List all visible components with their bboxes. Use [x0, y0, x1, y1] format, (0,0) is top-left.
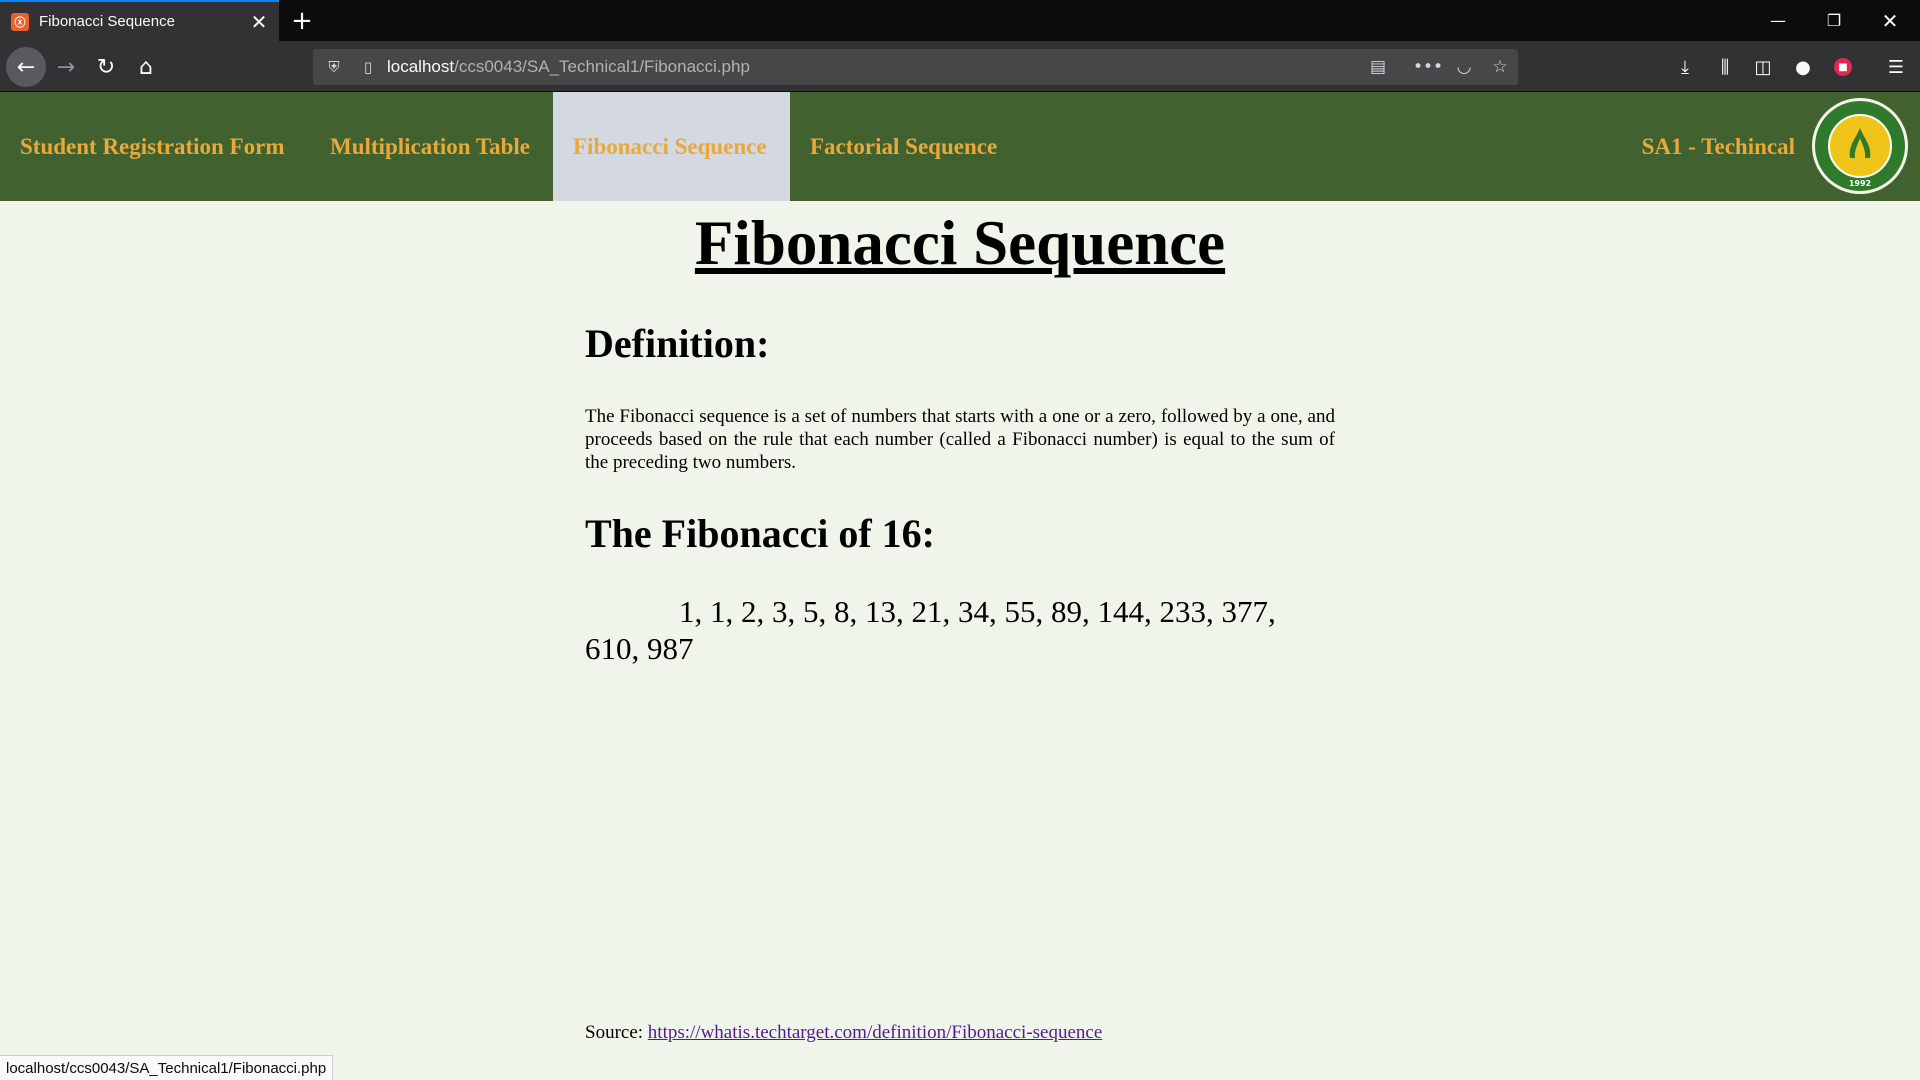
back-icon[interactable]: ← — [6, 47, 46, 87]
forward-icon[interactable]: → — [48, 49, 84, 85]
pocket-icon[interactable]: ◡ — [1446, 57, 1482, 77]
reload-icon[interactable]: ↻ — [88, 49, 124, 85]
brand-title: SA1 - Techincal — [1641, 133, 1795, 159]
close-tab-icon[interactable]: ✕ — [247, 10, 271, 34]
shield-icon[interactable]: ⛨ — [321, 58, 347, 76]
site-nav: Student Registration Form Multiplication… — [0, 92, 1920, 201]
sequence-heading: The Fibonacci of 16: — [585, 511, 935, 556]
definition-text: The Fibonacci sequence is a set of numbe… — [585, 406, 1335, 473]
account-icon[interactable]: ● — [1785, 49, 1821, 85]
sidebar-icon[interactable]: ◫ — [1745, 49, 1781, 85]
tab-bar: ⓧ Fibonacci Sequence ✕ + — ❐ ✕ — [0, 0, 1920, 41]
tab-title: Fibonacci Sequence — [39, 13, 175, 30]
status-bar: localhost/ccs0043/SA_Technical1/Fibonacc… — [0, 1055, 334, 1080]
page-info-icon[interactable]: ▯ — [355, 58, 381, 76]
source-line: Source: https://whatis.techtarget.com/de… — [585, 1022, 1102, 1044]
main-content: Definition: The Fibonacci sequence is a … — [585, 320, 1335, 667]
definition-heading: Definition: — [585, 321, 770, 366]
extension-icon[interactable]: ■ — [1825, 49, 1861, 85]
source-link[interactable]: https://whatis.techtarget.com/definition… — [648, 1022, 1102, 1043]
nav-student-registration[interactable]: Student Registration Form — [0, 92, 304, 201]
page-actions-icon[interactable]: ••• — [1410, 57, 1446, 77]
home-icon[interactable]: ⌂ — [128, 49, 164, 85]
url-text[interactable]: localhost/ccs0043/SA_Technical1/Fibonacc… — [387, 57, 1360, 77]
restore-icon[interactable]: ❐ — [1806, 0, 1862, 41]
browser-tab[interactable]: ⓧ Fibonacci Sequence ✕ — [0, 0, 279, 41]
new-tab-icon[interactable]: + — [287, 6, 317, 36]
browser-toolbar: ← → ↻ ⌂ ⛨ ▯ localhost/ccs0043/SA_Technic… — [0, 41, 1920, 92]
nav-factorial-sequence[interactable]: Factorial Sequence — [790, 92, 1017, 201]
bookmark-star-icon[interactable]: ☆ — [1482, 57, 1518, 77]
library-icon[interactable]: ⫼ — [1707, 49, 1743, 85]
source-label: Source: — [585, 1022, 644, 1043]
school-logo: 1992 — [1812, 98, 1908, 194]
close-window-icon[interactable]: ✕ — [1862, 0, 1918, 41]
menu-icon[interactable]: ☰ — [1878, 49, 1914, 85]
logo-year: 1992 — [1849, 179, 1871, 188]
page-title: Fibonacci Sequence — [694, 208, 1226, 278]
downloads-icon[interactable]: ⤓ — [1667, 49, 1703, 85]
xampp-icon: ⓧ — [11, 12, 29, 31]
reader-view-icon[interactable]: ▤ — [1360, 57, 1396, 77]
nav-multiplication-table[interactable]: Multiplication Table — [310, 92, 550, 201]
url-bar[interactable]: ⛨ ▯ localhost/ccs0043/SA_Technical1/Fibo… — [313, 49, 1518, 85]
nav-fibonacci-sequence[interactable]: Fibonacci Sequence — [553, 92, 790, 201]
fibonacci-sequence: 1, 1, 2, 3, 5, 8, 13, 21, 34, 55, 89, 14… — [585, 594, 1276, 666]
minimize-icon[interactable]: — — [1750, 0, 1806, 41]
